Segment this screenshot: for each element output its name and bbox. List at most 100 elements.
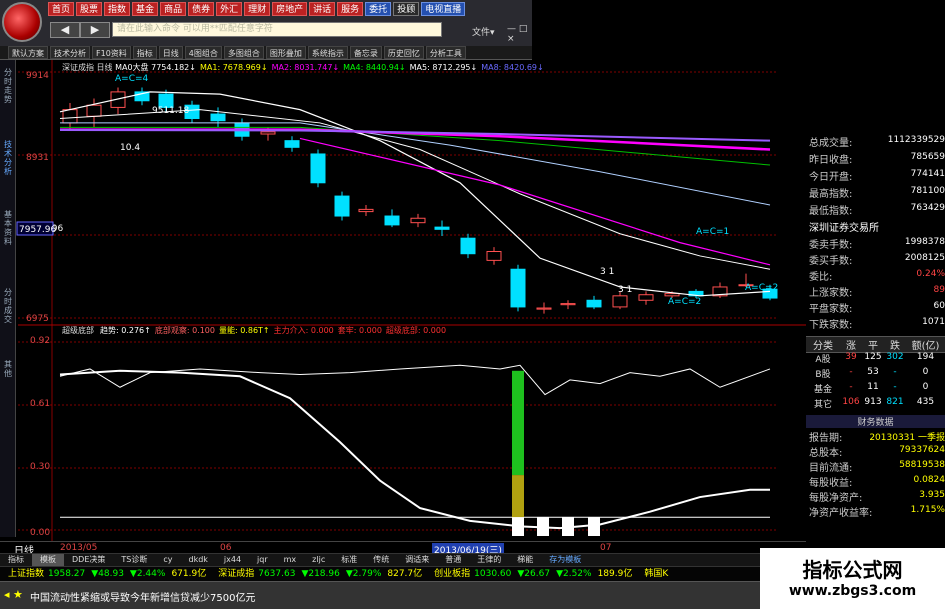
indicator-legend: 趋势: 0.276↑ bbox=[100, 326, 151, 335]
table-cell: 基金 bbox=[813, 385, 832, 395]
indicator-tab[interactable]: DDE决策 bbox=[64, 554, 113, 566]
table-header-cell: 分类 bbox=[813, 341, 833, 352]
chart-area: 991489317957.9669757957.960.920.610.300.… bbox=[16, 60, 806, 541]
toolbar-button[interactable]: 指标 bbox=[132, 46, 157, 59]
ticker-name[interactable]: 创业板指 bbox=[434, 569, 470, 579]
toolbar-button[interactable]: 系统指示 bbox=[307, 46, 348, 59]
index-ticker: 上证指数 1958.27 ▼48.93 ▼2.44% 671.9亿 深证成指 7637.63… bbox=[0, 566, 760, 581]
menu-item[interactable]: 投顾 bbox=[393, 2, 420, 16]
menu-item[interactable]: 房地产 bbox=[272, 2, 308, 16]
info-value: 2008125 bbox=[904, 253, 945, 263]
toolbar-button[interactable]: 日线 bbox=[158, 46, 183, 59]
indicator-tab[interactable]: jx44 bbox=[216, 554, 249, 566]
indicator-tab[interactable]: mx bbox=[276, 554, 305, 566]
menu-item[interactable]: 债券 bbox=[188, 2, 215, 16]
indicator-tick: 0.00 bbox=[30, 528, 50, 538]
indicator-tab[interactable]: 王律的 bbox=[469, 554, 509, 566]
indicator-tick: 0.30 bbox=[30, 462, 50, 472]
info-label: 委卖手数: bbox=[809, 240, 853, 251]
table-cell: 302 bbox=[886, 352, 904, 362]
info-label: 上涨家数: bbox=[809, 288, 853, 299]
menu-item[interactable]: 商品 bbox=[160, 2, 187, 16]
ticker-name[interactable]: 深证成指 bbox=[218, 569, 254, 579]
indicator-tabs: 指标 模板 DDE决策 TS诊断 cy dkdk jx44 jqr mx zljc 标准 传统 调适来普… bbox=[0, 553, 806, 566]
indicator-tab[interactable]: 标准 bbox=[333, 554, 365, 566]
info-value: 60 bbox=[933, 301, 945, 311]
news-nav-icon[interactable]: ◂ ★ bbox=[4, 588, 23, 601]
indicator-tab[interactable]: 传统 bbox=[365, 554, 397, 566]
toolbar-button[interactable]: 多图组合 bbox=[223, 46, 264, 59]
date-label: 07 bbox=[600, 543, 612, 553]
back-button[interactable]: ◀ bbox=[50, 22, 80, 38]
info-value: 89 bbox=[933, 285, 945, 295]
financial-value: 58819538 bbox=[899, 460, 945, 470]
candle bbox=[310, 149, 326, 188]
indicator-legend: 量能: 0.86T↑ bbox=[218, 326, 270, 335]
current-price-label: 7957.96 bbox=[19, 225, 56, 235]
financial-label: 目前流通: bbox=[809, 463, 853, 474]
info-value: 763429 bbox=[910, 203, 945, 213]
chart-annotation: 3 1 bbox=[600, 267, 614, 277]
toolbar-button[interactable]: 分析工具 bbox=[425, 46, 466, 59]
app-logo-icon[interactable] bbox=[2, 2, 42, 42]
indicator-tab[interactable]: dkdk bbox=[180, 554, 215, 566]
forward-button[interactable]: ▶ bbox=[80, 22, 110, 38]
menu-item[interactable]: 外汇 bbox=[216, 2, 243, 16]
window-controls[interactable]: — □ × bbox=[507, 24, 532, 44]
table-cell: 821 bbox=[886, 397, 904, 407]
indicator-tab[interactable]: TS诊断 bbox=[113, 554, 155, 566]
toolbar-button[interactable]: 图形叠加 bbox=[265, 46, 306, 59]
ma-legend: MA5: 8712.295↓ bbox=[409, 63, 478, 72]
indicator-tab[interactable]: 普通 bbox=[437, 554, 469, 566]
ticker-name[interactable]: 韩国K bbox=[644, 569, 668, 579]
date-label: 2013/05 bbox=[60, 543, 98, 553]
menu-item[interactable]: 委托 bbox=[365, 2, 392, 16]
menu-item[interactable]: 首页 bbox=[48, 2, 75, 16]
table-cell: 125 bbox=[864, 352, 882, 362]
file-menu[interactable]: 文件▾ bbox=[472, 25, 495, 38]
toolbar-button[interactable]: 备忘录 bbox=[349, 46, 382, 59]
toolbar-button[interactable]: F10资料 bbox=[92, 46, 131, 59]
chart-annotation: A=C=4 bbox=[115, 74, 149, 84]
menu-item[interactable]: 指数 bbox=[104, 2, 131, 16]
financial-label: 总股本: bbox=[809, 448, 843, 459]
toolbar-button[interactable]: 技术分析 bbox=[50, 46, 90, 59]
table-cell: 194 bbox=[916, 352, 935, 362]
news-headline[interactable]: 中国流动性紧缩或导致今年新增信贷减少7500亿元 bbox=[30, 589, 255, 604]
menu-item[interactable]: 理财 bbox=[244, 2, 271, 16]
bottom-bar bbox=[562, 517, 574, 536]
menu-item[interactable]: 基金 bbox=[132, 2, 159, 16]
info-label: 最低指数: bbox=[809, 206, 853, 217]
indicator-tab[interactable]: 指标 bbox=[0, 554, 32, 566]
menu-item[interactable]: 讲话 bbox=[309, 2, 336, 16]
watermark-url: www.zbgs3.com bbox=[788, 583, 917, 599]
analysis-toolbar: 默认方案 技术分析 F10资料 指标 日线 4图组合 多图组合 图形叠加 系统指示 备忘录 历史回忆… bbox=[0, 46, 532, 60]
indicator-tab[interactable]: 存为模板 bbox=[541, 554, 589, 566]
financial-value: 20130331 一季报 bbox=[869, 433, 945, 443]
info-value: 1998378 bbox=[904, 237, 945, 247]
indicator-tab[interactable]: zljc bbox=[304, 554, 333, 566]
ticker-amount: 827.7亿 bbox=[387, 569, 423, 579]
ticker-pct: ▼2.79% bbox=[345, 569, 382, 579]
market-info-panel: 总成交量: 1112339529 昨日收盘: 785659 今日开盘: 774141 最高指… bbox=[806, 132, 945, 543]
toolbar-button[interactable]: 历史回忆 bbox=[383, 46, 424, 59]
table-cell: - bbox=[849, 382, 853, 392]
menu-item[interactable]: 服务 bbox=[337, 2, 364, 16]
indicator-tab[interactable]: cy bbox=[155, 554, 180, 566]
table-row: A股 39 125 302 194 bbox=[806, 352, 945, 365]
indicator-tab[interactable]: jqr bbox=[249, 554, 276, 566]
price-tick: 8931 bbox=[26, 153, 49, 163]
toolbar-button[interactable]: 默认方案 bbox=[8, 46, 48, 59]
indicator-tab[interactable]: 梯能 bbox=[509, 554, 541, 566]
indicator-tick: 0.61 bbox=[30, 399, 50, 409]
info-label: 委比: bbox=[809, 272, 833, 283]
toolbar-button[interactable]: 4图组合 bbox=[184, 46, 222, 59]
ticker-name[interactable]: 上证指数 bbox=[8, 569, 44, 579]
indicator-tab[interactable]: 调适来 bbox=[397, 554, 437, 566]
command-input[interactable]: 请在此输入命令 可以用**匹配任意字符 bbox=[112, 22, 442, 37]
info-label: 最高指数: bbox=[809, 189, 853, 200]
menu-item[interactable]: 股票 bbox=[76, 2, 103, 16]
menu-item[interactable]: 电视直播 bbox=[421, 2, 466, 16]
indicator-tab[interactable]: 模板 bbox=[32, 554, 64, 566]
financial-title: 财务数据 bbox=[806, 415, 945, 428]
